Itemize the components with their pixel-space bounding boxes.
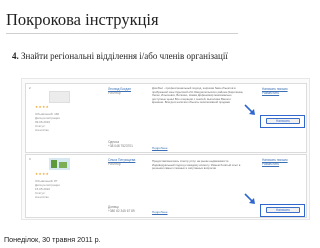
side-actions: Написать письмо Разместить <box>262 87 288 95</box>
site-screenshot: 2 ★★★★ Объявлений: 166 Дата регистрации … <box>21 78 310 220</box>
listing-card: 2 ★★★★ Объявлений: 166 Дата регистрации … <box>25 83 307 153</box>
member-name-block: Ольга Петрищева Риэлтор <box>108 158 135 166</box>
rating-stars: ★★★★ <box>35 172 50 176</box>
desc-line: решении самых сложных и запутанных вопро… <box>152 166 216 171</box>
step-text: Знайти регіональні відділення і/або член… <box>21 51 228 61</box>
title-divider <box>6 33 238 34</box>
step-number: 4. <box>12 51 19 61</box>
post-link[interactable]: Разместить <box>262 162 288 166</box>
post-link[interactable]: Разместить <box>262 91 288 95</box>
info-line: Агентство <box>35 128 49 132</box>
member-contacts: Одесса +38 048 7523701 <box>108 140 133 148</box>
card-index: 2 <box>29 86 31 90</box>
details-link[interactable]: Подробнее <box>152 146 168 150</box>
step-instruction: 4. Знайти регіональні відділення і/або ч… <box>12 51 228 61</box>
member-info: Объявлений: 87 Дата регистрации 15.05.20… <box>35 179 60 199</box>
details-link[interactable]: Подробнее <box>152 210 168 214</box>
member-phone: +38 048 7523701 <box>108 144 133 148</box>
member-info: Объявлений: 166 Дата регистрации 09.06.2… <box>35 112 60 132</box>
member-description: Предоставляем весь спектр услуг на рынке… <box>152 159 247 171</box>
arrow-pointer-icon <box>244 104 255 115</box>
member-contacts: Донецк +380 62 345 67 89 <box>108 205 135 213</box>
desc-line: времени. Всегда в наличии объекты эксклю… <box>152 100 231 105</box>
rating-stars: ★★★★ <box>35 105 50 109</box>
member-logo[interactable] <box>49 158 70 170</box>
highlight-frame <box>260 204 305 217</box>
side-actions: Написать письмо Разместить <box>262 158 288 166</box>
info-line: Агентство <box>35 195 49 199</box>
footer-date: Понеділок, 30 травня 2011 р. <box>4 235 101 244</box>
member-role: Риэлтор <box>108 162 121 166</box>
slide-title: Покрокова інструкція <box>6 10 159 29</box>
member-phone: +380 62 345 67 89 <box>108 209 135 213</box>
card-index: 3 <box>29 157 31 161</box>
member-photo[interactable] <box>49 91 70 103</box>
highlight-frame <box>260 115 305 128</box>
member-description: Дом Бел - профессиональный подход, широк… <box>152 86 247 105</box>
listing-card: 3 ★★★★ Объявлений: 87 Дата регистрации 1… <box>25 154 307 218</box>
member-role: Риэлтор <box>108 91 121 95</box>
member-name-block: Леонид Богдан Риэлтор <box>108 87 131 95</box>
arrow-pointer-icon <box>244 193 255 204</box>
